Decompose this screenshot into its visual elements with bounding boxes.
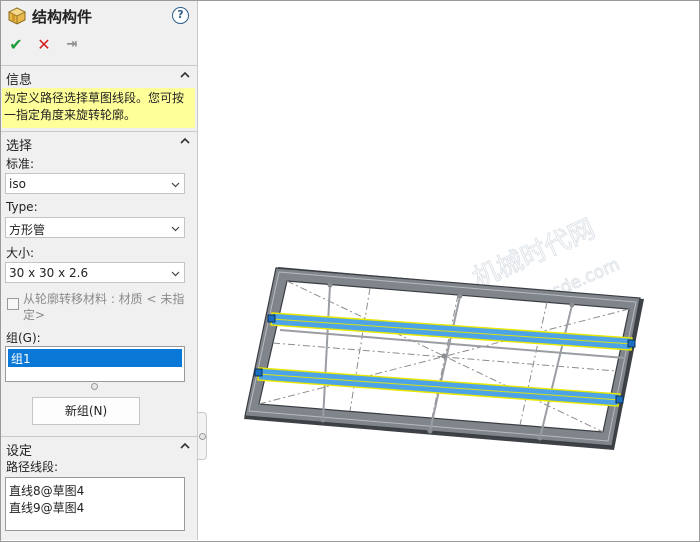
cancel-button[interactable]: ✕	[33, 34, 55, 56]
ok-button[interactable]: ✔	[5, 34, 27, 56]
resize-grip-icon[interactable]	[91, 383, 98, 390]
new-group-button[interactable]: 新组(N)	[32, 397, 140, 425]
type-label: Type:	[6, 200, 38, 214]
type-select[interactable]: 方形管	[5, 217, 185, 238]
path-segments-list[interactable]: 直线8@草图4 直线9@草图4	[5, 477, 185, 531]
size-label: 大小:	[6, 246, 35, 260]
path-segment-item[interactable]: 直线9@草图4	[9, 499, 84, 516]
structural-member-icon	[8, 7, 26, 25]
standard-value: iso	[9, 177, 26, 191]
pin-button[interactable]: ⇥	[61, 34, 83, 56]
type-value: 方形管	[9, 223, 46, 237]
path-segment-item[interactable]: 直线8@草图4	[9, 482, 84, 499]
size-select[interactable]: 30 x 30 x 2.6	[5, 262, 185, 283]
groups-list[interactable]: 组1	[5, 346, 185, 382]
collapse-chevron-icon[interactable]	[179, 440, 191, 452]
collapse-chevron-icon[interactable]	[179, 69, 191, 81]
panel-titlebar: 结构构件 ?	[1, 1, 198, 31]
size-value: 30 x 30 x 2.6	[9, 266, 89, 280]
groups-label: 组(G):	[6, 331, 41, 345]
graphics-viewport[interactable]: 机械时代网 www.jxsde.com	[199, 1, 699, 541]
selection-section-header[interactable]: 选择	[1, 131, 198, 154]
structural-frame-model[interactable]	[244, 267, 644, 450]
panel-title: 结构构件	[32, 8, 93, 26]
settings-section-header[interactable]: 设定	[1, 436, 198, 459]
info-section-title: 信息	[6, 73, 33, 88]
help-icon[interactable]: ?	[172, 7, 189, 24]
chevron-down-icon	[171, 226, 180, 232]
selection-section-title: 选择	[6, 139, 33, 154]
group-item-selected[interactable]: 组1	[8, 349, 182, 367]
settings-section-title: 设定	[6, 444, 33, 459]
property-manager: 结构构件 ? ✔ ✕ ⇥ 信息 为定义路径选择草图线段。您可按一指定角度来旋转轮…	[1, 1, 198, 540]
chevron-down-icon	[171, 271, 180, 277]
info-message: 为定义路径选择草图线段。您可按一指定角度来旋转轮廓。	[2, 88, 195, 128]
standard-select[interactable]: iso	[5, 173, 185, 194]
path-segments-label: 路径线段:	[6, 460, 59, 474]
action-bar: ✔ ✕ ⇥	[1, 34, 198, 56]
standard-label: 标准:	[6, 157, 35, 171]
transfer-material-label: 从轮廓转移材料 : 材质 < 未指定>	[23, 292, 185, 322]
info-section-header[interactable]: 信息	[1, 65, 198, 88]
transfer-material-checkbox[interactable]	[7, 298, 19, 310]
collapse-chevron-icon[interactable]	[179, 135, 191, 147]
chevron-down-icon	[171, 182, 180, 188]
